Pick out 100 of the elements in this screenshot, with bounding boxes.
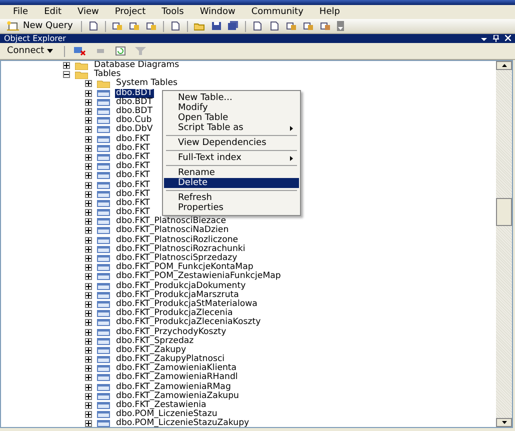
- tree-item-label[interactable]: dbo.FKT_ZakupyPlatnosci: [115, 355, 226, 364]
- pin-icon[interactable]: [493, 35, 499, 42]
- document-icon[interactable]: [170, 21, 181, 31]
- tree-item-label[interactable]: dbo.BDT: [115, 98, 154, 107]
- tree-item-label[interactable]: dbo.FKT_Zestawienia: [115, 401, 208, 410]
- expand-toggle[interactable]: [85, 108, 92, 116]
- document-icon[interactable]: [268, 21, 280, 31]
- expand-toggle[interactable]: [85, 420, 92, 427]
- tree-item-label[interactable]: dbo.FKT: [115, 144, 151, 153]
- tree-item-label[interactable]: dbo.FKT_POM_ZestawieniaFunkcjeMap: [115, 272, 282, 282]
- expand-toggle[interactable]: [85, 282, 92, 290]
- refresh-icon[interactable]: [115, 46, 126, 56]
- tree-item-label[interactable]: dbo.FKT_PlatnosciNaDzien: [115, 226, 230, 236]
- menu-item[interactable]: Full-Text index: [164, 153, 299, 163]
- menu-item[interactable]: File: [5, 6, 36, 18]
- expand-toggle[interactable]: [85, 236, 92, 244]
- expand-toggle[interactable]: [85, 98, 92, 106]
- tree-item-label[interactable]: dbo.FKT: [115, 171, 151, 180]
- expand-toggle[interactable]: [85, 273, 92, 280]
- scroll-down-button[interactable]: [496, 418, 512, 427]
- expand-toggle[interactable]: [85, 365, 92, 372]
- tree-item-label[interactable]: dbo.FKT_POM_FunkcjeKontaMap: [115, 263, 254, 272]
- tree-item-label[interactable]: dbo.FKT: [115, 134, 151, 144]
- connect-button[interactable]: Connect: [5, 44, 56, 58]
- expand-toggle[interactable]: [85, 264, 92, 272]
- expand-toggle[interactable]: [85, 200, 92, 207]
- expand-toggle[interactable]: [85, 144, 92, 152]
- expand-toggle[interactable]: [85, 182, 92, 189]
- expand-toggle[interactable]: [85, 218, 92, 226]
- tree-item-label[interactable]: dbo.FKT_PlatnosciBiezace: [115, 217, 228, 226]
- menu-item[interactable]: Project: [106, 6, 154, 18]
- tree-item-label[interactable]: dbo.FKT: [115, 162, 151, 172]
- expand-toggle[interactable]: [85, 163, 92, 170]
- expand-toggle[interactable]: [85, 300, 92, 308]
- menu-item[interactable]: Community: [243, 6, 312, 18]
- tree-item-label[interactable]: dbo.FKT_PlatnosciRozliczone: [115, 236, 240, 245]
- open-folder-icon[interactable]: [194, 21, 205, 31]
- disconnect-icon[interactable]: [74, 46, 86, 56]
- tree-item-label[interactable]: dbo.FKT_ProdukcjaZleceniaKoszty: [115, 318, 262, 328]
- expand-toggle[interactable]: [85, 172, 92, 180]
- tree-item-label[interactable]: dbo.FKT_ZamowieniaRHandl: [115, 373, 239, 382]
- expand-toggle[interactable]: [85, 292, 92, 299]
- expand-toggle[interactable]: [85, 136, 92, 143]
- expand-toggle[interactable]: [63, 71, 70, 78]
- scroll-thumb[interactable]: [496, 198, 512, 226]
- tree-item-label[interactable]: dbo.FKT_ZamowieniaKlienta: [115, 364, 238, 374]
- scrollbar[interactable]: [496, 61, 512, 427]
- expand-toggle[interactable]: [85, 338, 92, 345]
- document-icon[interactable]: [252, 21, 263, 31]
- menu-item[interactable]: Script Table as: [164, 123, 299, 133]
- tree-item-label[interactable]: dbo.FKT_PrzychodyKoszty: [115, 328, 228, 337]
- expand-toggle[interactable]: [85, 310, 92, 318]
- expand-toggle[interactable]: [85, 117, 92, 124]
- save-icon[interactable]: [210, 21, 222, 31]
- tree-item-label[interactable]: System Tables: [115, 79, 178, 88]
- tree-item-label[interactable]: dbo.DbV: [115, 125, 154, 134]
- overflow-icon[interactable]: [336, 21, 344, 31]
- expand-toggle[interactable]: [85, 255, 92, 262]
- tree-item-label[interactable]: dbo.FKT: [115, 152, 151, 162]
- tree-item-label[interactable]: Tables: [93, 70, 122, 80]
- tree-item-label[interactable]: dbo.FKT: [115, 198, 151, 208]
- tree-item-label[interactable]: dbo.FKT: [115, 190, 151, 199]
- expand-toggle[interactable]: [85, 209, 92, 216]
- tree-item-label[interactable]: dbo.BDT: [115, 88, 154, 98]
- document-icon[interactable]: [88, 21, 99, 31]
- menu-item[interactable]: Rename: [164, 168, 299, 178]
- expand-toggle[interactable]: [63, 62, 70, 70]
- expand-toggle[interactable]: [85, 384, 92, 391]
- expand-toggle[interactable]: [85, 154, 92, 161]
- menu-item[interactable]: View Dependencies: [164, 138, 299, 148]
- expand-toggle[interactable]: [85, 346, 92, 354]
- close-icon[interactable]: [505, 35, 511, 41]
- menu-item[interactable]: Refresh: [164, 193, 299, 203]
- menu-item[interactable]: View: [70, 6, 107, 18]
- menu-item[interactable]: Modify: [164, 103, 299, 113]
- new-query-button[interactable]: New Query: [4, 20, 75, 32]
- tree-item-label[interactable]: dbo.BDT: [115, 107, 154, 116]
- tree-item-label[interactable]: dbo.FKT: [115, 180, 151, 190]
- expand-toggle[interactable]: [85, 319, 92, 326]
- expand-toggle[interactable]: [85, 227, 92, 234]
- menu-item[interactable]: Properties: [164, 203, 299, 213]
- tree-item-label[interactable]: dbo.FKT_ZamowieniaRMag: [115, 382, 232, 392]
- tree-item-label[interactable]: dbo.FKT: [115, 208, 151, 218]
- menu-item[interactable]: Help: [311, 6, 348, 18]
- tree-item-label[interactable]: dbo.FKT_ZamowieniaZakupu: [115, 392, 240, 401]
- expand-toggle[interactable]: [85, 126, 92, 134]
- expand-toggle[interactable]: [85, 392, 92, 400]
- menu-item[interactable]: Edit: [36, 6, 70, 18]
- tree-item-label[interactable]: dbo.FKT_ProdukcjaMarszruta: [115, 290, 240, 300]
- menu-item[interactable]: Tools: [154, 6, 192, 18]
- expand-toggle[interactable]: [85, 402, 92, 410]
- save-all-icon[interactable]: [228, 21, 239, 31]
- expand-toggle[interactable]: [85, 190, 92, 198]
- expand-toggle[interactable]: [85, 80, 92, 88]
- tree-item-label[interactable]: dbo.FKT_PlatnosciSprzedazy: [115, 254, 238, 264]
- tree-item-label[interactable]: dbo.FKT_ProdukcjaDokumenty: [115, 282, 247, 291]
- expand-toggle[interactable]: [85, 374, 92, 382]
- menu-item[interactable]: Delete: [164, 178, 299, 188]
- expand-toggle[interactable]: [85, 246, 92, 253]
- tree-item-label[interactable]: dbo.Cub: [115, 116, 153, 126]
